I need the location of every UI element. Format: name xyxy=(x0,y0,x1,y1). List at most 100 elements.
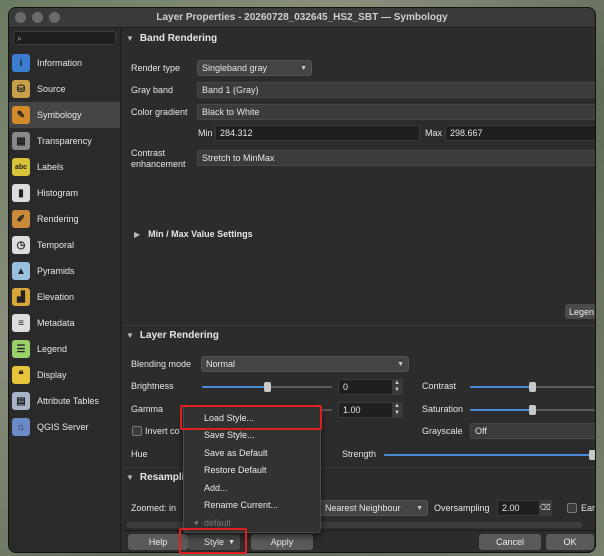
contrast-enhancement-label-1: Contrast xyxy=(131,148,166,158)
minimize-window-button[interactable] xyxy=(32,12,43,23)
sidebar-item-label: Attribute Tables xyxy=(37,396,99,406)
strength-label: Strength xyxy=(342,449,377,459)
search-icon: ⌕ xyxy=(17,33,23,43)
menu-item-add[interactable]: Add... xyxy=(184,479,320,497)
highlight-style-button xyxy=(179,528,247,554)
transparency-icon: ▦ xyxy=(12,132,30,150)
blending-mode-select[interactable]: Normal ▼ xyxy=(201,356,409,372)
apply-button[interactable]: Apply xyxy=(251,534,313,550)
sidebar-item-labels[interactable]: abc Labels xyxy=(9,154,120,180)
slider-handle[interactable] xyxy=(529,382,536,392)
sidebar-item-attribute-tables[interactable]: ▤ Attribute Tables xyxy=(9,388,120,414)
legend-settings-button[interactable]: Legen xyxy=(565,304,595,319)
color-gradient-label: Color gradient xyxy=(131,107,188,117)
render-type-select[interactable]: Singleband gray ▼ xyxy=(197,60,312,76)
gray-band-label: Gray band xyxy=(131,85,174,95)
menu-item-label: Save Style... xyxy=(204,430,255,441)
menu-item-rename-current[interactable]: Rename Current... xyxy=(184,497,320,515)
layer-rendering-header[interactable]: ▼ Layer Rendering xyxy=(122,327,595,343)
color-gradient-select[interactable]: Black to White xyxy=(197,104,595,120)
maximize-window-button[interactable] xyxy=(49,12,60,23)
contrast-slider[interactable] xyxy=(470,382,595,392)
zoomed-in-select[interactable]: Nearest Neighbour ▼ xyxy=(320,500,428,516)
elevation-icon: ▟ xyxy=(12,288,30,306)
pyramids-icon: ▲ xyxy=(12,262,30,280)
title-bar: Layer Properties - 20260728_032645_HS2_S… xyxy=(9,8,595,28)
cancel-button[interactable]: Cancel xyxy=(479,534,541,550)
contrast-label: Contrast xyxy=(422,381,457,391)
clear-icon[interactable]: ⌫ xyxy=(539,501,551,515)
sidebar-item-source[interactable]: ⛁ Source xyxy=(9,76,120,102)
sidebar-item-qgis-server[interactable]: ⌂ QGIS Server xyxy=(9,414,120,440)
menu-item-restore-default[interactable]: Restore Default xyxy=(184,462,320,480)
sidebar-item-legend[interactable]: ☰ Legend xyxy=(9,336,120,362)
oversampling-value: 2.00 xyxy=(502,503,520,513)
metadata-icon: ≡ xyxy=(12,314,30,332)
max-value: 298.667 xyxy=(450,128,483,138)
gray-band-select[interactable]: Band 1 (Gray) xyxy=(197,82,595,98)
brightness-spinbox[interactable]: 0 ▲ ▼ xyxy=(338,379,403,395)
spin-arrows-icon[interactable]: ▲ ▼ xyxy=(392,403,402,417)
current-style-label: default xyxy=(204,517,232,528)
sidebar-item-transparency[interactable]: ▦ Transparency xyxy=(9,128,120,154)
sidebar-item-label: Elevation xyxy=(37,292,75,302)
contrast-enhancement-select[interactable]: Stretch to MinMax xyxy=(197,150,595,166)
sidebar-item-metadata[interactable]: ≡ Metadata xyxy=(9,310,120,336)
slider-handle[interactable] xyxy=(529,405,536,415)
sidebar-search-input[interactable]: ⌕ xyxy=(13,31,116,45)
sidebar-item-pyramids[interactable]: ▲ Pyramids xyxy=(9,258,120,284)
band-rendering-header[interactable]: ▼ Band Rendering xyxy=(122,30,595,46)
sidebar-item-information[interactable]: i Information xyxy=(9,50,120,76)
sidebar-item-label: Symbology xyxy=(37,110,82,120)
table-icon: ▤ xyxy=(12,392,30,410)
collapse-caret-icon: ▼ xyxy=(126,33,134,43)
minmax-settings-toggle[interactable]: ▶ Min / Max Value Settings xyxy=(134,229,253,239)
spin-arrows-icon[interactable]: ▲ ▼ xyxy=(392,380,402,394)
sidebar-item-label: Histogram xyxy=(37,188,79,198)
menu-item-label: Add... xyxy=(204,482,228,493)
invert-colors-checkbox[interactable] xyxy=(132,426,142,436)
blending-mode-label: Blending mode xyxy=(131,359,192,369)
slider-handle[interactable] xyxy=(263,382,271,392)
oversampling-spinbox[interactable]: 2.00 ⌫ xyxy=(497,500,552,516)
min-input[interactable]: 284.312 xyxy=(215,125,420,141)
legend-button-label: Legen xyxy=(569,306,595,317)
max-input[interactable]: 298.667 xyxy=(445,125,595,141)
minmax-settings-label: Min / Max Value Settings xyxy=(148,229,253,239)
clock-icon: ◷ xyxy=(12,236,30,254)
gamma-value: 1.00 xyxy=(343,405,361,415)
sidebar-item-label: Information xyxy=(37,58,83,68)
ok-button[interactable]: OK xyxy=(546,534,594,550)
sidebar-item-elevation[interactable]: ▟ Elevation xyxy=(9,284,120,310)
sidebar-item-label: QGIS Server xyxy=(37,422,89,432)
sidebar-item-symbology[interactable]: ✎ Symbology xyxy=(9,102,120,128)
saturation-slider[interactable] xyxy=(470,405,595,415)
contrast-enhancement-label-2: enhancement xyxy=(131,159,186,169)
abc-icon: abc xyxy=(12,158,30,176)
sidebar-item-label: Source xyxy=(37,84,66,94)
close-window-button[interactable] xyxy=(15,12,26,23)
ok-button-label: OK xyxy=(563,537,577,547)
color-gradient-value: Black to White xyxy=(202,107,260,117)
paintbrush-icon: ✎ xyxy=(12,106,30,124)
sidebar-item-display[interactable]: ❝ Display xyxy=(9,362,120,388)
menu-item-save-as-default[interactable]: Save as Default xyxy=(184,444,320,462)
brightness-slider[interactable] xyxy=(202,382,332,392)
gamma-spinbox[interactable]: 1.00 ▲ ▼ xyxy=(338,402,403,418)
zoomed-in-value: Nearest Neighbour xyxy=(325,503,401,513)
slider-handle[interactable] xyxy=(589,450,595,460)
brightness-label: Brightness xyxy=(131,381,174,391)
strength-slider[interactable] xyxy=(384,450,595,460)
min-value: 284.312 xyxy=(220,128,253,138)
sidebar-item-rendering[interactable]: ✐ Rendering xyxy=(9,206,120,232)
early-resampling-checkbox[interactable] xyxy=(567,503,577,513)
sidebar-item-histogram[interactable]: ▮ Histogram xyxy=(9,180,120,206)
sidebar-item-label: Rendering xyxy=(37,214,79,224)
window-title: Layer Properties - 20260728_032645_HS2_S… xyxy=(156,12,448,23)
grayscale-select[interactable]: Off xyxy=(470,423,595,439)
chevron-down-icon: ▼ xyxy=(300,65,307,72)
early-resampling-label: Early xyxy=(581,503,596,513)
contrast-enhancement-value: Stretch to MinMax xyxy=(202,153,275,163)
expand-caret-icon: ▶ xyxy=(134,229,141,239)
sidebar-item-temporal[interactable]: ◷ Temporal xyxy=(9,232,120,258)
